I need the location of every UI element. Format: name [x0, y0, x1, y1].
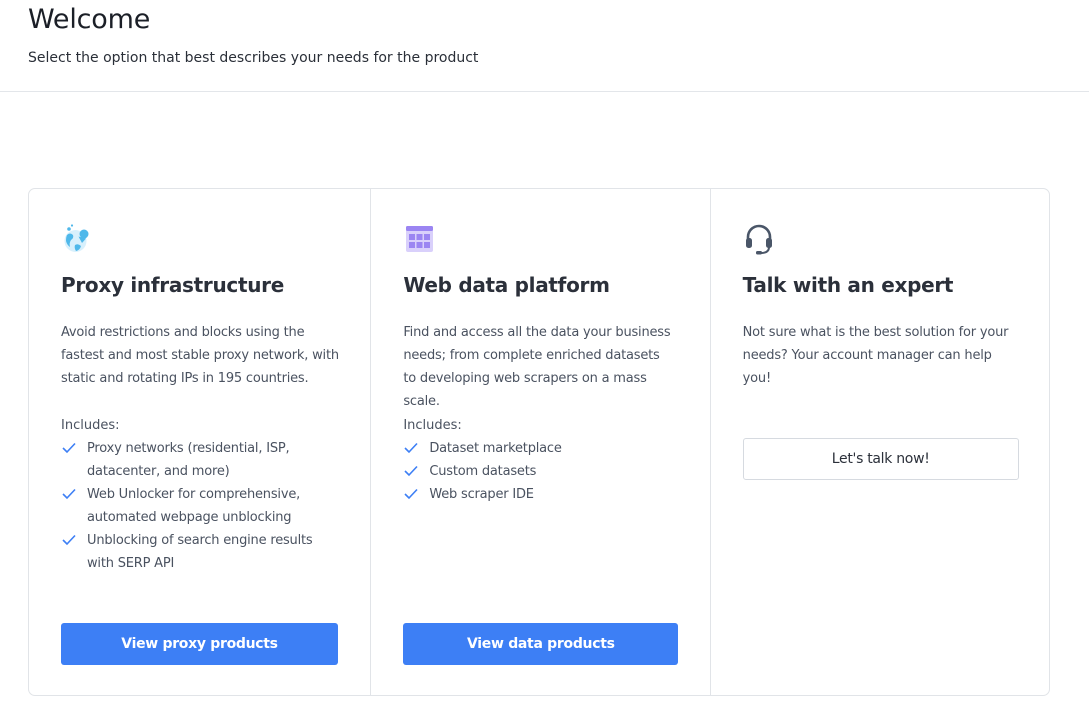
feature-item: Dataset marketplace [403, 437, 673, 460]
feature-text: Dataset marketplace [429, 441, 562, 456]
page-title: Welcome [28, 4, 151, 35]
feature-text: Web scraper IDE [429, 487, 534, 502]
check-icon [62, 534, 76, 546]
card-web-data-platform: Web data platform Find and access all th… [370, 189, 709, 695]
card-title: Web data platform [403, 273, 610, 297]
feature-text: Web Unlocker for comprehensive, automate… [87, 487, 301, 525]
feature-item: Web scraper IDE [403, 483, 673, 506]
card-description: Not sure what is the best solution for y… [742, 325, 1009, 386]
globe-icon [64, 224, 89, 252]
feature-item: Unblocking of search engine results with… [61, 529, 339, 575]
card-description: Find and access all the data your busine… [403, 325, 671, 409]
feature-item: Proxy networks (residential, ISP, datace… [61, 437, 339, 483]
option-cards: Proxy infrastructure Avoid restrictions … [28, 188, 1050, 696]
page-subtitle: Select the option that best describes yo… [28, 50, 479, 66]
lets-talk-now-button[interactable]: Let's talk now! [742, 438, 1019, 480]
feature-list: Proxy networks (residential, ISP, datace… [61, 437, 339, 575]
feature-list: Dataset marketplace Custom datasets Web … [403, 437, 673, 506]
feature-item: Custom datasets [403, 460, 673, 483]
feature-text: Unblocking of search engine results with… [87, 533, 313, 571]
feature-text: Custom datasets [429, 464, 537, 479]
check-icon [62, 488, 76, 500]
check-icon [404, 442, 418, 454]
view-proxy-products-button[interactable]: View proxy products [61, 623, 338, 665]
page-header: Welcome Select the option that best desc… [0, 0, 1089, 92]
includes-label: Includes: [61, 418, 120, 433]
card-proxy-infrastructure: Proxy infrastructure Avoid restrictions … [29, 189, 370, 695]
card-title: Proxy infrastructure [61, 273, 284, 297]
card-description: Avoid restrictions and blocks using the … [61, 325, 339, 386]
table-grid-icon [406, 226, 434, 252]
feature-item: Web Unlocker for comprehensive, automate… [61, 483, 339, 529]
check-icon [404, 465, 418, 477]
view-data-products-button[interactable]: View data products [403, 623, 679, 665]
card-title: Talk with an expert [742, 273, 954, 297]
includes-label: Includes: [403, 418, 462, 433]
headset-icon [745, 224, 772, 255]
check-icon [404, 488, 418, 500]
check-icon [62, 442, 76, 454]
card-talk-with-expert: Talk with an expert Not sure what is the… [709, 189, 1049, 695]
feature-text: Proxy networks (residential, ISP, datace… [87, 441, 290, 479]
